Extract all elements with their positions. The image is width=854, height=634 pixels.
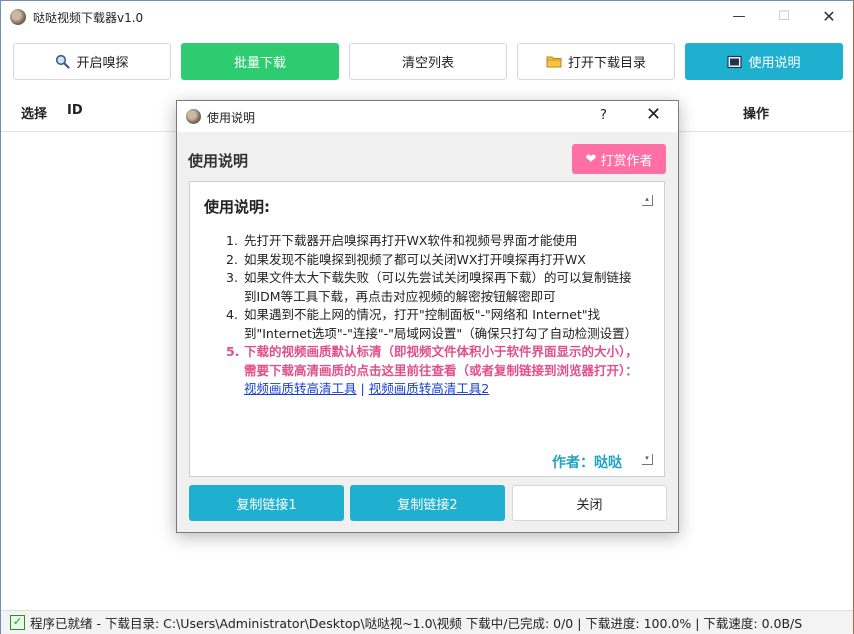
title-bar: 哒哒视频下载器v1.0 — ☐ ✕ (1, 1, 853, 33)
column-header-select[interactable]: 选择 (21, 103, 47, 122)
dialog-help-button[interactable]: ? (600, 108, 607, 123)
instructions-dialog: 使用说明 ? ✕ 使用说明 ❤ 打赏作者 使用说明: ▴ 1. 先打开下载器开启嗅… (176, 100, 679, 533)
minimize-button[interactable]: — (716, 5, 762, 29)
list-item: 1. 先打开下载器开启嗅探再打开WX软件和视频号界面才能使用 (226, 233, 578, 248)
status-text: 程序已就绪 - 下载目录: C:\Users\Administrator\Des… (30, 616, 803, 631)
close-button[interactable]: 关闭 (512, 485, 667, 521)
list-item: 2. 如果发现不能嗅探到视频了都可以关闭WX打开嗅探再打开WX (226, 251, 586, 267)
instructions-button[interactable]: 使用说明 (685, 43, 843, 80)
instructions-content[interactable]: 使用说明: ▴ 1. 先打开下载器开启嗅探再打开WX软件和视频号界面才能使用 2.… (189, 181, 665, 477)
donate-button[interactable]: ❤ 打赏作者 (572, 144, 666, 174)
dialog-title: 使用说明 (207, 111, 256, 125)
copy-link-1-button[interactable]: 复制链接1 (189, 485, 344, 521)
app-title: 哒哒视频下载器v1.0 (33, 11, 144, 25)
list-item: 3. 如果文件太大下载失败（可以先尝试关闭嗅探再下载）的可以复制链接到IDM等工具… (226, 270, 632, 304)
dialog-close-icon[interactable]: ✕ (646, 104, 661, 125)
dialog-logo-icon (186, 109, 201, 124)
folder-icon (546, 56, 562, 68)
open-download-dir-label: 打开下载目录 (567, 56, 646, 71)
batch-download-label: 批量下载 (233, 56, 286, 71)
close-label: 关闭 (576, 497, 603, 513)
copy-link-1-label: 复制链接1 (236, 497, 297, 513)
list-item: 4. 如果遇到不能上网的情况，打开"控制面板"-"网络和 Internet"找到"… (226, 307, 638, 341)
close-window-button[interactable]: ✕ (806, 5, 852, 29)
hd-tool-link-2[interactable]: 视频画质转高清工具2 (369, 381, 489, 396)
open-download-dir-button[interactable]: 打开下载目录 (517, 43, 675, 80)
donate-label: 打赏作者 (600, 153, 653, 169)
start-sniff-button[interactable]: 开启嗅探 (13, 43, 171, 80)
start-sniff-label: 开启嗅探 (76, 56, 129, 71)
link-separator: | (356, 381, 369, 396)
book-icon (727, 55, 743, 68)
batch-download-button[interactable]: 批量下载 (181, 43, 339, 80)
author-label: 作者：哒哒 (552, 455, 622, 471)
list-item-highlight: 5. 下载的视频画质默认标清（即视频文件体积小于软件界面显示的大小），需要下载高清… (226, 344, 638, 396)
hd-tool-link-1[interactable]: 视频画质转高清工具 (244, 381, 357, 396)
content-title: 使用说明: (204, 198, 270, 216)
scroll-down-icon[interactable]: ▾ (642, 454, 653, 465)
heart-icon: ❤ (585, 151, 597, 167)
clear-list-button[interactable]: 清空列表 (349, 43, 507, 80)
copy-link-2-label: 复制链接2 (397, 497, 458, 513)
maximize-button[interactable]: ☐ (761, 5, 807, 29)
status-bar: ✓ 程序已就绪 - 下载目录: C:\Users\Administrator\D… (1, 610, 853, 634)
dialog-heading: 使用说明 (188, 152, 249, 170)
instructions-list: 1. 先打开下载器开启嗅探再打开WX软件和视频号界面才能使用 2. 如果发现不能嗅探… (226, 232, 638, 399)
column-header-id[interactable]: ID (67, 103, 83, 118)
check-icon: ✓ (10, 615, 25, 630)
instructions-label: 使用说明 (748, 56, 801, 71)
scroll-up-icon[interactable]: ▴ (642, 195, 653, 206)
search-icon (56, 54, 71, 69)
copy-link-2-button[interactable]: 复制链接2 (350, 485, 505, 521)
column-header-action[interactable]: 操作 (743, 103, 769, 122)
app-logo-icon (10, 9, 26, 25)
clear-list-label: 清空列表 (401, 56, 454, 71)
dialog-title-bar: 使用说明 ? ✕ (177, 101, 678, 132)
